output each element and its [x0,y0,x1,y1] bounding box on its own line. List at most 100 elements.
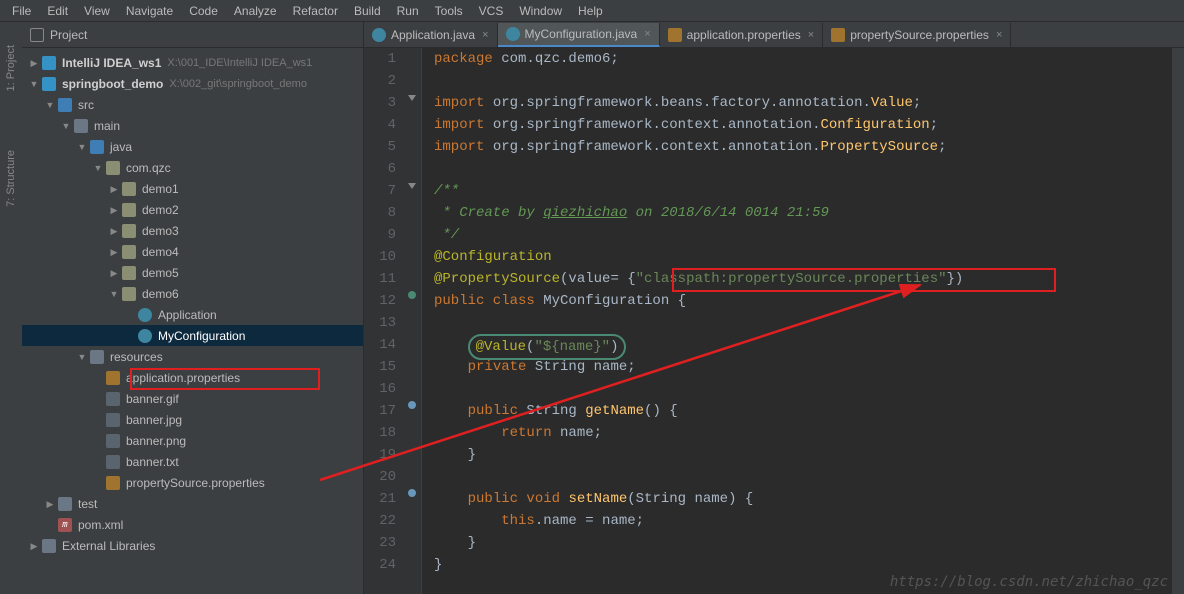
code-line[interactable]: } [434,554,1184,576]
tree-arrow-icon[interactable] [28,57,40,69]
gutter-method-icon[interactable] [407,400,417,410]
tree-package[interactable]: demo1 [22,178,363,199]
tree-arrow-icon[interactable] [92,456,104,468]
tree-arrow-icon[interactable] [92,372,104,384]
gutter-run-icon[interactable] [407,290,417,300]
tree-pom[interactable]: mpom.xml [22,514,363,535]
tree-arrow-icon[interactable] [108,204,120,216]
code-line[interactable] [434,378,1184,400]
editor-tab[interactable]: propertySource.properties× [823,23,1011,47]
tree-arrow-icon[interactable] [76,141,88,153]
tab-close-icon[interactable]: × [808,29,814,41]
tree-file[interactable]: banner.png [22,430,363,451]
code-line[interactable] [434,312,1184,334]
code-line[interactable]: } [434,532,1184,554]
tree-arrow-icon[interactable] [28,78,40,90]
code-line[interactable]: import org.springframework.context.annot… [434,136,1184,158]
menu-view[interactable]: View [76,1,118,21]
tab-close-icon[interactable]: × [644,28,650,40]
tree-folder[interactable]: main [22,115,363,136]
tree-external-libs[interactable]: External Libraries [22,535,363,556]
code-line[interactable]: public void setName(String name) { [434,488,1184,510]
tree-arrow-icon[interactable] [108,183,120,195]
code-line[interactable]: public String getName() { [434,400,1184,422]
gutter-method-icon[interactable] [407,488,417,498]
menu-code[interactable]: Code [181,1,226,21]
menu-window[interactable]: Window [511,1,570,21]
tree-file[interactable]: banner.txt [22,451,363,472]
code-line[interactable]: public class MyConfiguration { [434,290,1184,312]
code-line[interactable]: } [434,444,1184,466]
tree-arrow-icon[interactable] [28,540,40,552]
tree-java-file[interactable]: MyConfiguration [22,325,363,346]
tree-file[interactable]: propertySource.properties [22,472,363,493]
code-line[interactable]: /** [434,180,1184,202]
tree-arrow-icon[interactable] [92,435,104,447]
code-line[interactable]: import org.springframework.context.annot… [434,114,1184,136]
code-line[interactable]: */ [434,224,1184,246]
tree-arrow-icon[interactable] [108,225,120,237]
menu-analyze[interactable]: Analyze [226,1,285,21]
side-tab-structure[interactable]: 7: Structure [0,150,22,210]
tree-package[interactable]: demo5 [22,262,363,283]
tree-package[interactable]: demo2 [22,199,363,220]
tree-arrow-icon[interactable] [60,120,72,132]
tab-close-icon[interactable]: × [996,29,1002,41]
side-tab-project[interactable]: 1: Project [0,45,22,94]
code-line[interactable] [434,466,1184,488]
tree-arrow-icon[interactable] [92,393,104,405]
gutter-fold-icon[interactable] [407,92,417,102]
code-line[interactable]: import org.springframework.beans.factory… [434,92,1184,114]
menu-file[interactable]: File [4,1,39,21]
tree-arrow-icon[interactable] [76,351,88,363]
editor-scrollbar[interactable] [1172,48,1184,594]
menu-build[interactable]: Build [346,1,389,21]
tree-folder[interactable]: java [22,136,363,157]
tree-package[interactable]: com.qzc [22,157,363,178]
editor-tab[interactable]: application.properties× [660,23,824,47]
code-line[interactable]: @Value("${name}") [434,334,1184,356]
tree-arrow-icon[interactable] [108,246,120,258]
tree-file[interactable]: banner.gif [22,388,363,409]
menu-vcs[interactable]: VCS [471,1,512,21]
code-line[interactable]: private String name; [434,356,1184,378]
tab-close-icon[interactable]: × [482,29,488,41]
menu-refactor[interactable]: Refactor [285,1,346,21]
menu-edit[interactable]: Edit [39,1,76,21]
gutter-fold-icon[interactable] [407,180,417,190]
project-view-icon[interactable] [30,28,44,42]
editor-tab[interactable]: Application.java× [364,23,498,47]
tree-arrow-icon[interactable] [92,162,104,174]
code-line[interactable]: * Create by qiezhichao on 2018/6/14 0014… [434,202,1184,224]
tree-module[interactable]: springboot_demoX:\002_git\springboot_dem… [22,73,363,94]
code-editor[interactable]: 123456789101112131415161718192021222324 … [364,48,1184,594]
tree-java-file[interactable]: Application [22,304,363,325]
tree-arrow-icon[interactable] [44,498,56,510]
tree-arrow-icon[interactable] [124,330,136,342]
code-content[interactable]: package com.qzc.demo6; import org.springf… [422,48,1184,594]
menu-run[interactable]: Run [389,1,427,21]
tree-folder-src[interactable]: src [22,94,363,115]
tree-arrow-icon[interactable] [108,288,120,300]
tree-arrow-icon[interactable] [92,414,104,426]
menu-navigate[interactable]: Navigate [118,1,181,21]
tree-arrow-icon[interactable] [44,99,56,111]
tree-folder-resources[interactable]: resources [22,346,363,367]
tree-file[interactable]: banner.jpg [22,409,363,430]
tree-package[interactable]: demo3 [22,220,363,241]
tree-arrow-icon[interactable] [92,477,104,489]
code-line[interactable]: package com.qzc.demo6; [434,48,1184,70]
tree-package[interactable]: demo6 [22,283,363,304]
tree-arrow-icon[interactable] [124,309,136,321]
code-line[interactable]: return name; [434,422,1184,444]
tree-module[interactable]: IntelliJ IDEA_ws1X:\001_IDE\IntelliJ IDE… [22,52,363,73]
code-line[interactable] [434,158,1184,180]
tree-arrow-icon[interactable] [44,519,56,531]
tree-package[interactable]: demo4 [22,241,363,262]
code-line[interactable]: @Configuration [434,246,1184,268]
code-line[interactable]: this.name = name; [434,510,1184,532]
menu-tools[interactable]: Tools [427,1,471,21]
editor-tab[interactable]: MyConfiguration.java× [498,23,660,47]
tree-folder[interactable]: test [22,493,363,514]
tree-arrow-icon[interactable] [108,267,120,279]
